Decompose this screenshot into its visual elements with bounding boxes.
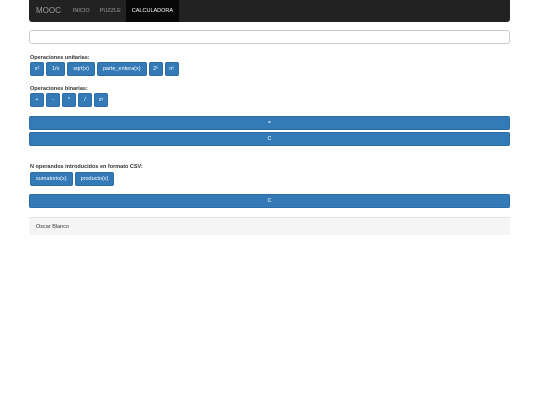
calculator-display[interactable] [29, 30, 510, 44]
sqrt-button[interactable]: sqrt(x) [67, 62, 95, 76]
equals-button[interactable]: = [29, 116, 510, 130]
clear-button[interactable]: C [29, 132, 510, 146]
sum-button[interactable]: sumatorio(x) [30, 172, 73, 186]
integer-part-button[interactable]: parte_entera(x) [96, 62, 147, 76]
csv-operands-label: N operandos introducidos en formato CSV: [30, 164, 143, 170]
reciprocal-button[interactable]: 1/x [46, 62, 66, 76]
nav-link-calculadora[interactable]: CALCULADORA [125, 0, 180, 22]
csv-buttons: sumatorio(x) producto(x) [30, 172, 115, 186]
nav-link-puzzle[interactable]: PUZZLE [95, 0, 126, 22]
factorial-button[interactable]: n! [164, 62, 179, 76]
brand-link[interactable]: MOOC [29, 0, 68, 22]
binary-buttons: + - * / xʸ [30, 93, 108, 107]
product-button[interactable]: producto(x) [74, 172, 115, 186]
power-button[interactable]: xʸ [94, 93, 108, 107]
footer-author: Oscar Blanco [36, 224, 70, 230]
divide-button[interactable]: / [78, 93, 92, 107]
unary-buttons: x² 1/x sqrt(x) parte_entera(x) 2ˣ n! [30, 62, 179, 76]
multiply-button[interactable]: * [62, 93, 76, 107]
navbar: MOOC INICIO PUZZLE CALCULADORA [29, 0, 510, 22]
binary-operations-label: Operaciones binarias: [30, 86, 88, 92]
csv-clear-button[interactable]: C [29, 194, 510, 208]
subtract-button[interactable]: - [46, 93, 60, 107]
add-button[interactable]: + [30, 93, 44, 107]
square-button[interactable]: x² [30, 62, 44, 76]
unary-operations-label: Operaciones unitarias: [30, 55, 90, 61]
power-of-two-button[interactable]: 2ˣ [148, 62, 163, 76]
footer: Oscar Blanco [29, 217, 510, 235]
nav-link-inicio[interactable]: INICIO [68, 0, 95, 22]
